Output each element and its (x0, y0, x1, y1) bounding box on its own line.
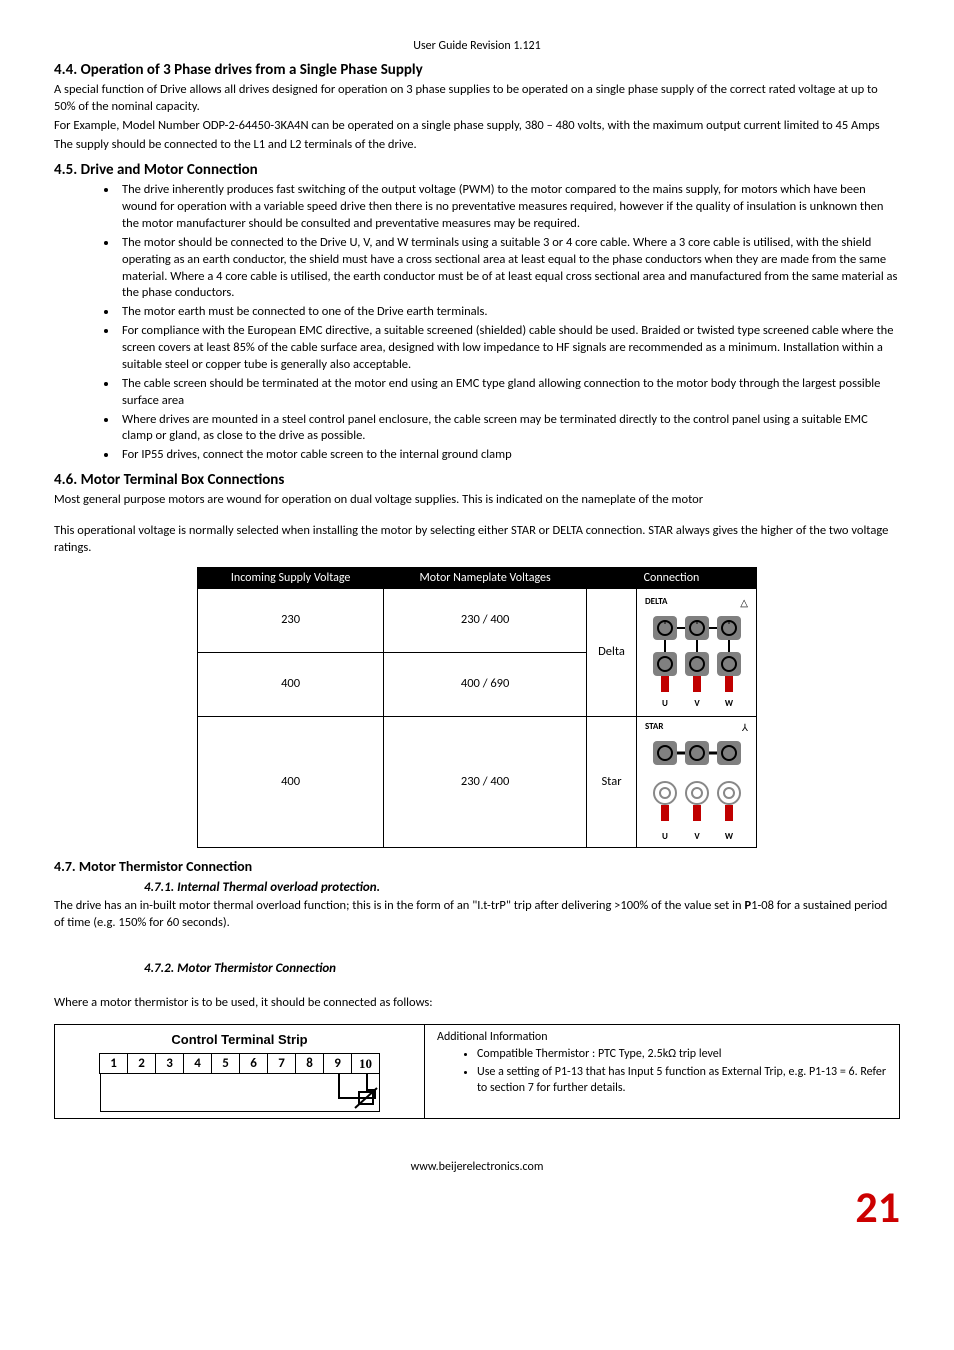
additional-info-list: Compatible Thermistor : PTC Type, 2.5kΩ … (437, 1046, 891, 1097)
thermistor-connection-box: Control Terminal Strip 1 2 3 4 5 6 7 8 9… (54, 1024, 900, 1119)
svg-text:W: W (724, 831, 733, 842)
footer-url: www.beijerelectronics.com (54, 1159, 900, 1175)
terminal-8: 8 (296, 1053, 324, 1074)
page-header-revision: User Guide Revision 1.121 (54, 38, 900, 54)
terminal-4: 4 (184, 1053, 212, 1074)
td-supply: 400 (198, 717, 384, 848)
td-nameplate: 230 / 400 (384, 717, 587, 848)
star-label: STAR (645, 721, 663, 735)
section-4-7-1-title: 4.7.1. Internal Thermal overload protect… (144, 879, 900, 897)
svg-text:V: V (694, 831, 700, 842)
svg-text:W: W (724, 698, 733, 709)
s471-p: The drive has an in-built motor thermal … (54, 898, 900, 932)
s44-p1: A special function of Drive allows all d… (54, 82, 900, 116)
section-4-5-title: 4.5. Drive and Motor Connection (54, 160, 900, 180)
terminal-strip-table: 1 2 3 4 5 6 7 8 9 10 (99, 1053, 380, 1075)
section-4-7-2-title: 4.7.2. Motor Thermistor Connection (144, 960, 900, 978)
additional-info-title: Additional Information (437, 1029, 891, 1045)
s44-p2: For Example, Model Number ODP-2-64450-3K… (54, 118, 900, 135)
td-conn-star: Star (587, 717, 637, 848)
thermistor-wiring-diagram (100, 1074, 380, 1112)
td-conn-delta: Delta (587, 589, 637, 717)
s472-intro: Where a motor thermistor is to be used, … (54, 995, 900, 1012)
star-icon: ⅄ (742, 721, 748, 735)
td-nameplate: 400 / 690 (384, 653, 587, 717)
s46-p1: Most general purpose motors are wound fo… (54, 492, 900, 509)
control-terminal-strip-title: Control Terminal Strip (61, 1031, 418, 1049)
section-4-6-title: 4.6. Motor Terminal Box Connections (54, 470, 900, 490)
s45-bullet-list: The drive inherently produces fast switc… (54, 182, 900, 464)
terminal-3: 3 (156, 1053, 184, 1074)
section-4-7-title: 4.7. Motor Thermistor Connection (54, 858, 900, 877)
list-item: Use a setting of P1-13 that has Input 5 … (477, 1064, 891, 1096)
star-diagram: STAR ⅄ (637, 717, 757, 848)
list-item: Compatible Thermistor : PTC Type, 2.5kΩ … (477, 1046, 891, 1062)
page-number: 21 (54, 1178, 900, 1237)
list-item: For compliance with the European EMC dir… (118, 323, 900, 374)
list-item: The drive inherently produces fast switc… (118, 182, 900, 233)
control-terminal-strip-panel: Control Terminal Strip 1 2 3 4 5 6 7 8 9… (55, 1025, 425, 1118)
terminal-9: 9 (324, 1053, 352, 1074)
list-item: Where drives are mounted in a steel cont… (118, 412, 900, 446)
th-connection: Connection (587, 568, 757, 589)
svg-text:U: U (662, 831, 668, 842)
delta-label: DELTA (645, 596, 667, 610)
svg-text:V: V (694, 698, 700, 709)
terminal-1: 1 (100, 1053, 128, 1074)
terminal-5: 5 (212, 1053, 240, 1074)
td-nameplate: 230 / 400 (384, 589, 587, 653)
td-supply: 400 (198, 653, 384, 717)
list-item: The motor should be connected to the Dri… (118, 235, 900, 303)
td-supply: 230 (198, 589, 384, 653)
s46-p2: This operational voltage is normally sel… (54, 523, 900, 557)
terminal-7: 7 (268, 1053, 296, 1074)
s44-p3: The supply should be connected to the L1… (54, 137, 900, 154)
additional-info-panel: Additional Information Compatible Thermi… (425, 1025, 899, 1118)
svg-text:U: U (662, 698, 668, 709)
delta-icon: △ (740, 596, 748, 610)
th-nameplate: Motor Nameplate Voltages (384, 568, 587, 589)
terminal-10: 10 (352, 1053, 380, 1074)
delta-terminal-svg: U V W (647, 610, 747, 710)
list-item: The motor earth must be connected to one… (118, 304, 900, 321)
connection-table: Incoming Supply Voltage Motor Nameplate … (197, 567, 757, 848)
star-terminal-svg: U V W (647, 735, 747, 843)
section-4-4-title: 4.4. Operation of 3 Phase drives from a … (54, 60, 900, 80)
delta-diagram: DELTA △ (637, 589, 757, 717)
terminal-2: 2 (128, 1053, 156, 1074)
th-supply: Incoming Supply Voltage (198, 568, 384, 589)
list-item: For IP55 drives, connect the motor cable… (118, 447, 900, 464)
list-item: The cable screen should be terminated at… (118, 376, 900, 410)
terminal-6: 6 (240, 1053, 268, 1074)
